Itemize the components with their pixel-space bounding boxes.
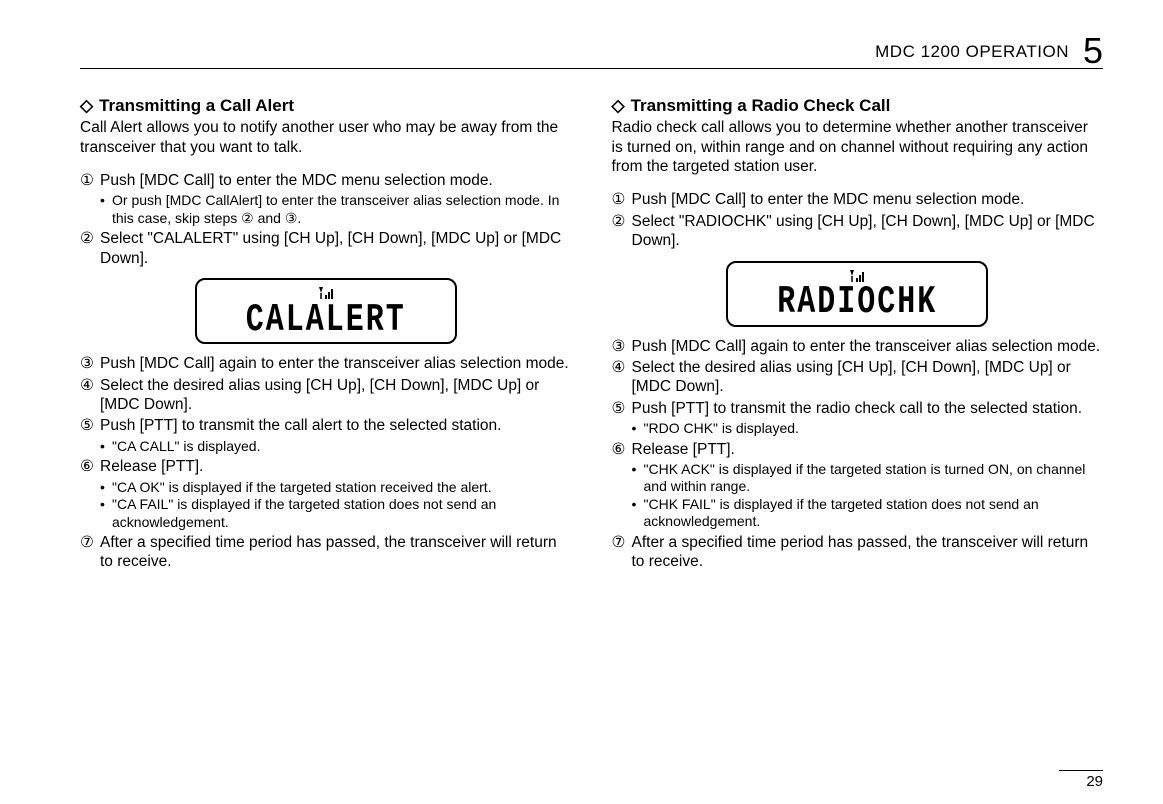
left-lcd-wrap: CALALERT <box>80 278 572 344</box>
bullet-icon: • <box>100 496 112 531</box>
step-text: Push [MDC Call] to enter the MDC menu se… <box>632 191 1025 208</box>
bullet-icon: • <box>100 438 112 456</box>
step-marker: ⑥ <box>80 457 100 531</box>
sub-text: "CA OK" is displayed if the targeted sta… <box>112 479 572 497</box>
sub-text: "CHK FAIL" is displayed if the targeted … <box>644 496 1104 531</box>
step-text: Release [PTT]. <box>632 441 735 458</box>
step-text: After a specified time period has passed… <box>100 534 557 570</box>
list-item: ① Push [MDC Call] to enter the MDC menu … <box>80 171 572 227</box>
step-marker: ③ <box>80 354 100 373</box>
lcd-display: CALALERT <box>195 278 457 344</box>
bullet-icon: • <box>100 192 112 227</box>
chapter-number: 5 <box>1083 30 1103 72</box>
sub-item: • "RDO CHK" is displayed. <box>632 420 1104 438</box>
list-item: ⑦ After a specified time period has pass… <box>612 533 1104 572</box>
list-item: ④ Select the desired alias using [CH Up]… <box>80 376 572 415</box>
bullet-icon: • <box>632 420 644 438</box>
sub-text: "CHK ACK" is displayed if the targeted s… <box>644 461 1104 496</box>
step-marker: ⑥ <box>612 440 632 531</box>
diamond-icon: ◇ <box>612 95 625 116</box>
step-text: Push [MDC Call] to enter the MDC menu se… <box>100 172 493 189</box>
right-lcd-wrap: RADIOCHK <box>612 261 1104 327</box>
sub-text: "CA CALL" is displayed. <box>112 438 572 456</box>
step-marker: ① <box>80 171 100 227</box>
step-marker: ⑦ <box>612 533 632 572</box>
left-title-text: Transmitting a Call Alert <box>99 96 294 115</box>
sub-text: "CA FAIL" is displayed if the targeted s… <box>112 496 572 531</box>
step-text: Push [PTT] to transmit the call alert to… <box>100 417 501 434</box>
step-text: Push [MDC Call] again to enter the trans… <box>632 338 1101 355</box>
lcd-display: RADIOCHK <box>726 261 988 327</box>
step-marker: ② <box>612 212 632 251</box>
list-item: ⑦ After a specified time period has pass… <box>80 533 572 572</box>
step-marker: ③ <box>612 337 632 356</box>
step-text: After a specified time period has passed… <box>632 534 1089 570</box>
header-divider <box>80 68 1103 69</box>
page: MDC 1200 OPERATION 5 ◇ Transmitting a Cal… <box>0 0 1163 804</box>
sub-item: • Or push [MDC CallAlert] to enter the t… <box>100 192 572 227</box>
content-columns: ◇ Transmitting a Call Alert Call Alert al… <box>80 95 1103 574</box>
step-text: Push [PTT] to transmit the radio check c… <box>632 400 1083 417</box>
step-text: Select the desired alias using [CH Up], … <box>100 377 539 413</box>
step-text: Push [MDC Call] again to enter the trans… <box>100 355 569 372</box>
list-item: ④ Select the desired alias using [CH Up]… <box>612 358 1104 397</box>
lcd-text: CALALERT <box>211 297 441 346</box>
right-steps-cont: ③ Push [MDC Call] again to enter the tra… <box>612 337 1104 572</box>
sub-item: • "CA FAIL" is displayed if the targeted… <box>100 496 572 531</box>
list-item: ② Select "RADIOCHK" using [CH Up], [CH D… <box>612 212 1104 251</box>
right-section-title: ◇ Transmitting a Radio Check Call <box>612 95 1104 116</box>
diamond-icon: ◇ <box>80 95 93 116</box>
list-item: ② Select "CALALERT" using [CH Up], [CH D… <box>80 229 572 268</box>
right-column: ◇ Transmitting a Radio Check Call Radio c… <box>612 95 1104 574</box>
step-marker: ④ <box>80 376 100 415</box>
right-title-text: Transmitting a Radio Check Call <box>631 96 891 115</box>
page-number-divider <box>1059 770 1103 771</box>
list-item: ⑥ Release [PTT]. • "CA OK" is displayed … <box>80 457 572 531</box>
step-marker: ④ <box>612 358 632 397</box>
sub-text: "RDO CHK" is displayed. <box>644 420 1104 438</box>
step-text: Select "RADIOCHK" using [CH Up], [CH Dow… <box>632 213 1095 249</box>
page-header: MDC 1200 OPERATION 5 <box>80 24 1103 66</box>
sub-text: Or push [MDC CallAlert] to enter the tra… <box>112 192 572 227</box>
page-number-block: 29 <box>1059 770 1103 790</box>
step-marker: ⑤ <box>612 399 632 438</box>
step-text: Select "CALALERT" using [CH Up], [CH Dow… <box>100 230 561 266</box>
step-marker: ⑤ <box>80 416 100 455</box>
step-marker: ① <box>612 190 632 209</box>
list-item: ① Push [MDC Call] to enter the MDC menu … <box>612 190 1104 209</box>
left-steps: ① Push [MDC Call] to enter the MDC menu … <box>80 171 572 268</box>
bullet-icon: • <box>632 461 644 496</box>
list-item: ⑤ Push [PTT] to transmit the radio check… <box>612 399 1104 438</box>
sub-item: • "CA OK" is displayed if the targeted s… <box>100 479 572 497</box>
right-intro: Radio check call allows you to determine… <box>612 118 1104 176</box>
left-section-title: ◇ Transmitting a Call Alert <box>80 95 572 116</box>
sub-item: • "CHK ACK" is displayed if the targeted… <box>632 461 1104 496</box>
step-marker: ⑦ <box>80 533 100 572</box>
left-steps-cont: ③ Push [MDC Call] again to enter the tra… <box>80 354 572 572</box>
right-steps: ① Push [MDC Call] to enter the MDC menu … <box>612 190 1104 250</box>
step-text: Release [PTT]. <box>100 458 203 475</box>
page-number: 29 <box>1059 773 1103 790</box>
list-item: ⑤ Push [PTT] to transmit the call alert … <box>80 416 572 455</box>
step-marker: ② <box>80 229 100 268</box>
chapter-title: MDC 1200 OPERATION <box>875 42 1069 62</box>
bullet-icon: • <box>100 479 112 497</box>
list-item: ③ Push [MDC Call] again to enter the tra… <box>612 337 1104 356</box>
left-column: ◇ Transmitting a Call Alert Call Alert al… <box>80 95 572 574</box>
sub-item: • "CHK FAIL" is displayed if the targete… <box>632 496 1104 531</box>
lcd-text: RADIOCHK <box>742 279 972 328</box>
step-text: Select the desired alias using [CH Up], … <box>632 359 1071 395</box>
bullet-icon: • <box>632 496 644 531</box>
list-item: ⑥ Release [PTT]. • "CHK ACK" is displaye… <box>612 440 1104 531</box>
list-item: ③ Push [MDC Call] again to enter the tra… <box>80 354 572 373</box>
left-intro: Call Alert allows you to notify another … <box>80 118 572 157</box>
sub-item: • "CA CALL" is displayed. <box>100 438 572 456</box>
